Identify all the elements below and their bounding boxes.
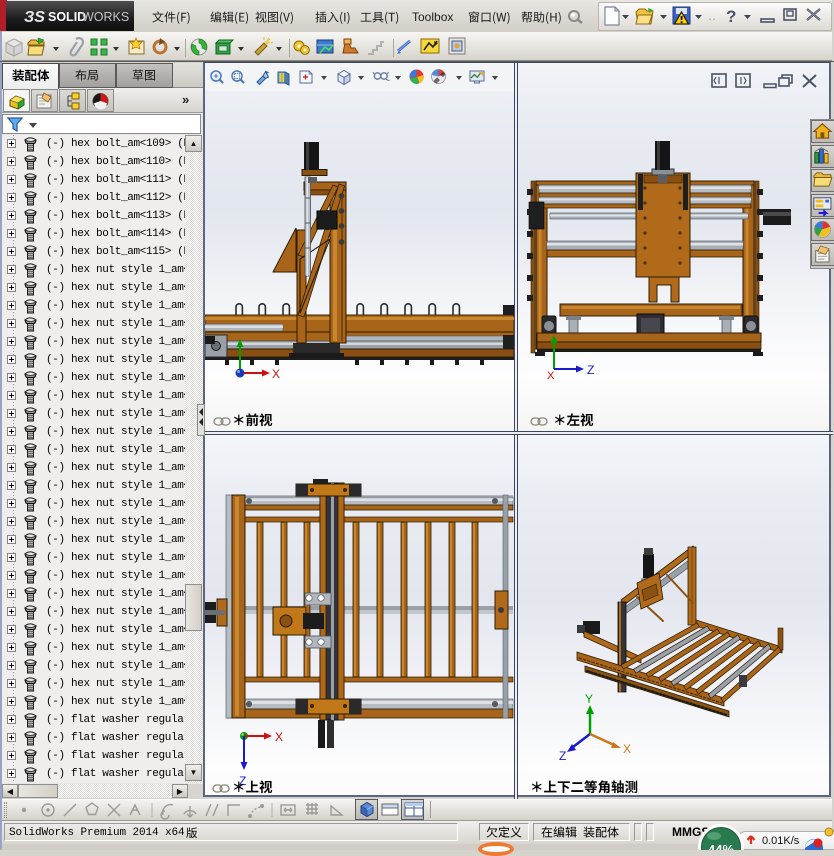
svg-text:X: X [275,730,283,744]
svg-text:?: ? [726,7,736,26]
svg-text:X: X [272,367,280,381]
svg-text:Y: Y [585,692,593,706]
svg-text:SOLID: SOLID [48,10,86,24]
svg-text:0.01K/s: 0.01K/s [762,835,800,847]
svg-text:Z: Z [587,363,594,377]
svg-text:ЗS: ЗS [24,9,45,26]
svg-text:44%: 44% [708,842,734,850]
svg-text:X: X [623,742,631,756]
svg-text:WORKS: WORKS [82,10,129,24]
svg-text:Z: Z [559,749,566,763]
svg-text:․․: ․․ [708,9,716,23]
svg-text:X: X [547,370,555,382]
